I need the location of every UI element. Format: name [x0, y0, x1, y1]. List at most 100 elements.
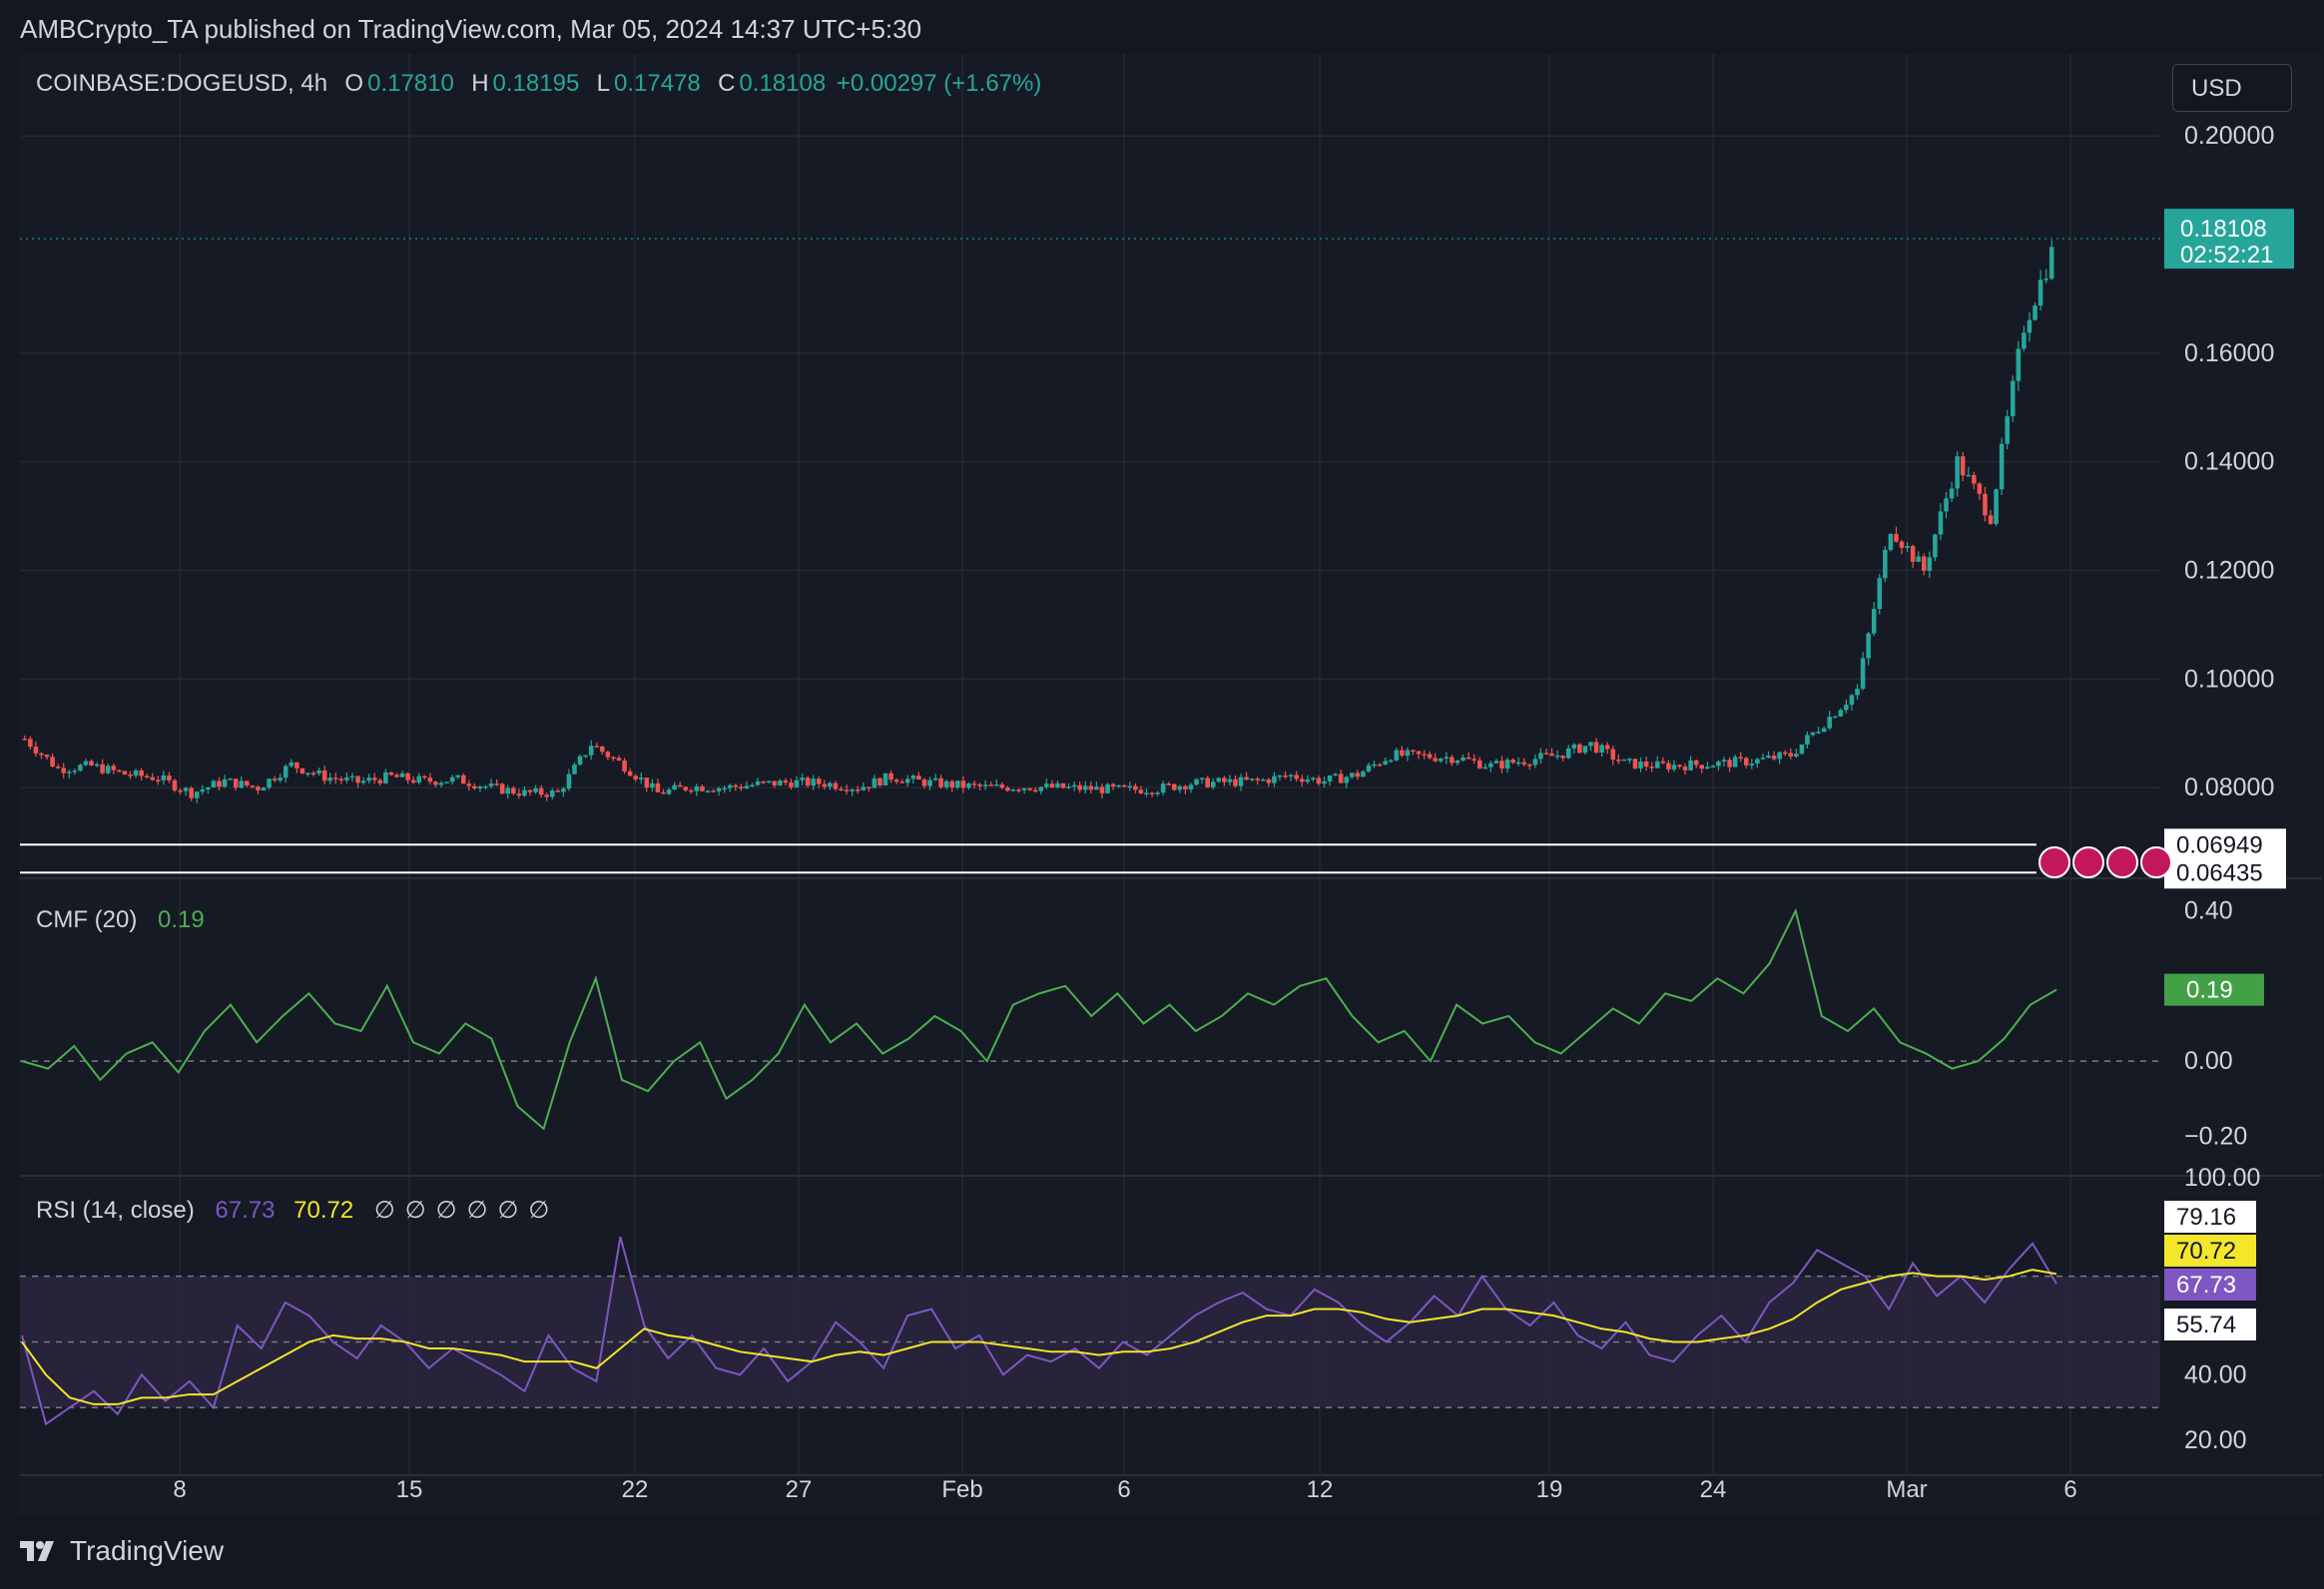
candle-body	[122, 771, 128, 776]
candle-body	[1238, 777, 1244, 787]
x-tick-label: 24	[1700, 1476, 1727, 1503]
rsi-tick-label: 40.00	[2184, 1360, 2247, 1388]
candle-body	[466, 784, 472, 787]
candle-body	[844, 790, 850, 792]
candle-body	[139, 770, 144, 777]
candle-body	[882, 773, 888, 786]
candle-body	[1071, 785, 1077, 788]
candle-body	[1504, 760, 1510, 769]
candle-body	[33, 747, 39, 754]
candle-body	[1955, 456, 1960, 489]
x-tick-label: 12	[1307, 1476, 1334, 1503]
candle-body	[239, 781, 245, 789]
candle-body	[1077, 785, 1083, 791]
candle-body	[394, 775, 399, 778]
candle-body	[72, 771, 78, 773]
candle-body	[855, 790, 861, 792]
candle-body	[1005, 788, 1010, 792]
candle-body	[200, 790, 206, 793]
candle-body	[711, 791, 716, 793]
price-tick-label: 0.20000	[2184, 122, 2274, 150]
candle-body	[233, 779, 239, 789]
candle-body	[971, 783, 977, 786]
candle-body	[1527, 764, 1532, 767]
candle-body	[977, 784, 982, 787]
candle-body	[360, 781, 366, 784]
candle-body	[1554, 755, 1560, 758]
candle-body	[1771, 756, 1777, 760]
candle-body	[1138, 790, 1144, 794]
candle-body	[1088, 786, 1094, 791]
candle-body	[533, 788, 538, 793]
candle-body	[761, 781, 766, 784]
candle-body	[1627, 759, 1632, 761]
candle-body	[355, 776, 360, 784]
candle-body	[755, 781, 761, 786]
candle-body	[1361, 771, 1366, 778]
candle-body	[1450, 757, 1454, 764]
candle-body	[1227, 779, 1233, 783]
candle-body	[1604, 745, 1610, 750]
candle-body	[2010, 380, 2016, 417]
rsi-value: 67.73	[215, 1197, 276, 1224]
candle-body	[1894, 534, 1899, 542]
candle-body	[555, 791, 561, 793]
candle-body	[94, 764, 100, 767]
candle-body	[1866, 633, 1871, 659]
candle-body	[1782, 752, 1788, 755]
candle-body	[67, 772, 72, 774]
candle-body	[349, 776, 355, 779]
candle-body	[1510, 760, 1515, 764]
candle-body	[672, 785, 677, 791]
candle-body	[1344, 777, 1350, 784]
candle-body	[383, 772, 388, 784]
candle-body	[1938, 511, 1944, 535]
candle-body	[1261, 779, 1266, 782]
candle-body	[1439, 759, 1444, 762]
footer: TradingView	[0, 1517, 2324, 1589]
candle-body	[750, 785, 755, 787]
candle-body	[133, 770, 139, 777]
candle-body	[206, 787, 211, 791]
support-label: 0.06949	[2176, 831, 2263, 858]
candle-body	[1476, 760, 1482, 769]
candle-body	[789, 783, 794, 788]
candle-body	[1305, 779, 1311, 783]
candle-body	[2005, 416, 2010, 444]
candle-body	[1565, 748, 1571, 759]
candle-body	[1388, 760, 1394, 763]
chart-canvas[interactable]: 8 15 22 27 Feb 6 12 19 24 Mar 6 0.20000 0.16000 0.140…	[0, 0, 2324, 1589]
candle-body	[1643, 762, 1649, 768]
candle-body	[916, 776, 921, 781]
candle-body	[1960, 456, 1966, 476]
candle-body	[1577, 744, 1582, 754]
candle-body	[1921, 556, 1927, 571]
candle-body	[399, 773, 405, 778]
tradingview-logo[interactable]: TradingView	[20, 1535, 224, 1567]
candle-body	[305, 773, 310, 775]
currency-button[interactable]: USD	[2172, 64, 2292, 112]
candle-body	[1499, 761, 1504, 769]
event-flag-icon	[2072, 846, 2104, 878]
candle-body	[1010, 790, 1016, 792]
candle-body	[211, 781, 217, 788]
candle-body	[561, 789, 566, 793]
x-tick-label: 22	[622, 1476, 649, 1503]
candle-body	[705, 791, 711, 793]
candle-body	[1216, 778, 1222, 783]
rsi-price-label: 79.16	[2176, 1204, 2236, 1231]
rsi-legend: RSI (14, close) 67.73 70.72 ∅∅∅∅∅∅	[36, 1196, 563, 1225]
price-tick-label: 0.14000	[2184, 448, 2274, 476]
rsi-price-label: 67.73	[2176, 1272, 2236, 1299]
candle-body	[816, 779, 822, 785]
candle-body	[627, 771, 633, 777]
tradingview-logo-icon	[20, 1541, 54, 1561]
candle-body	[472, 786, 477, 789]
candle-body	[1422, 754, 1427, 756]
candle-body	[899, 782, 904, 784]
candle-body	[1255, 779, 1261, 781]
candle-body	[1888, 534, 1894, 550]
candle-body	[22, 739, 28, 741]
candle-body	[999, 784, 1005, 789]
candle-body	[722, 788, 727, 791]
